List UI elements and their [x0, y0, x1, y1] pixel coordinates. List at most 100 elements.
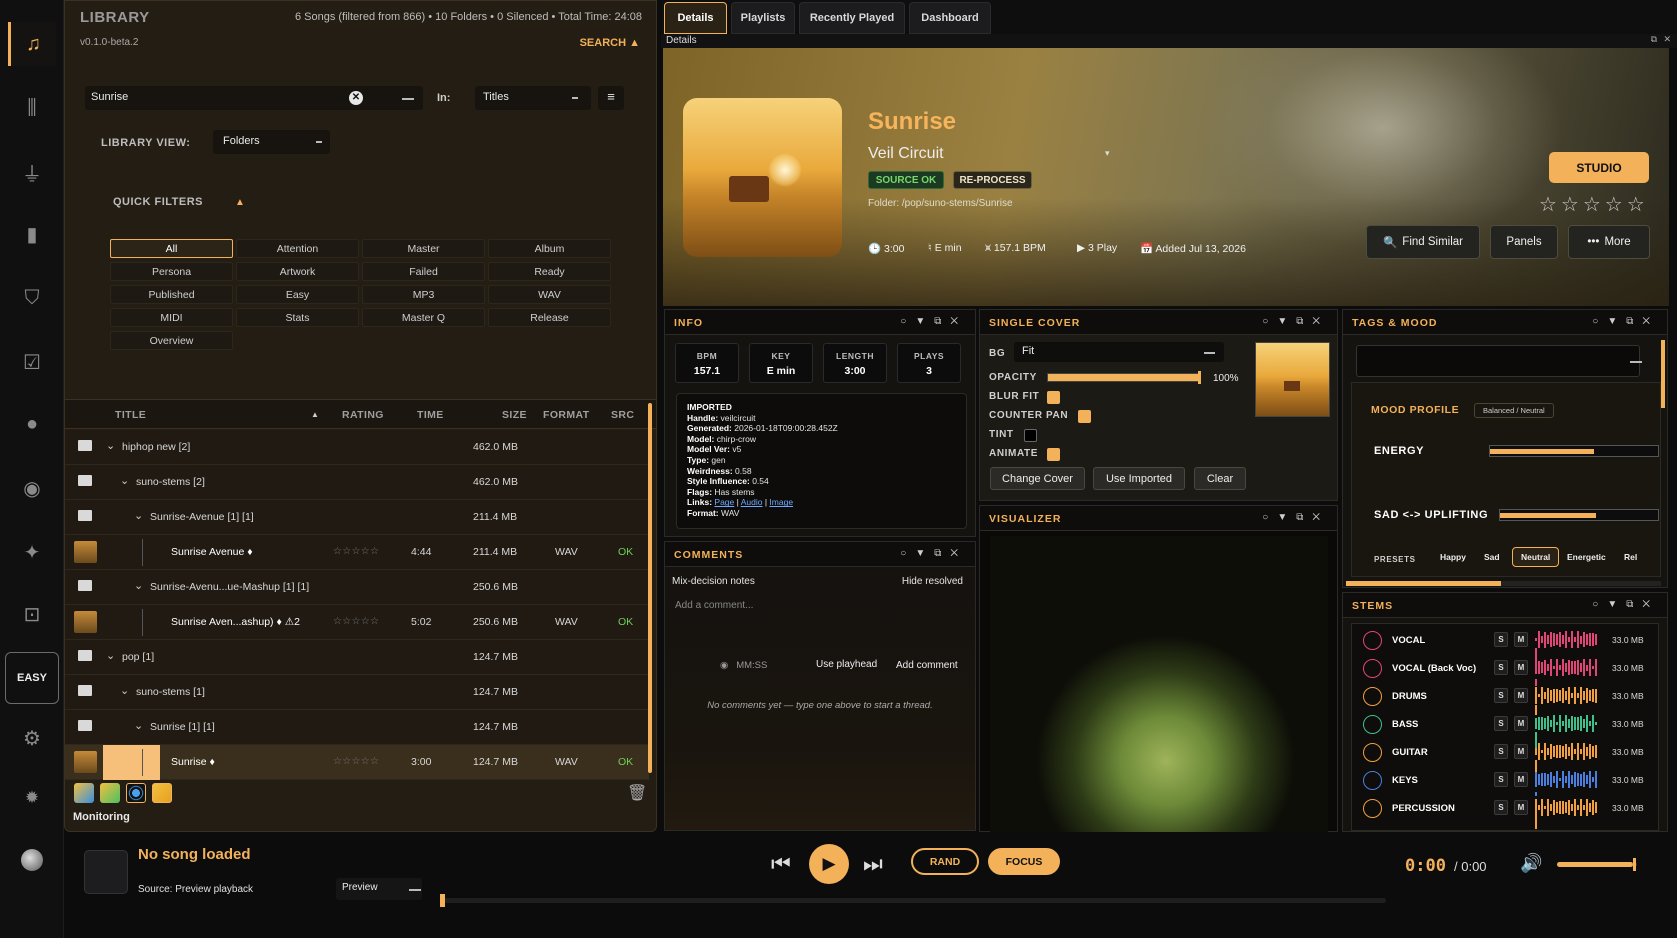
filter-stats[interactable]: Stats [236, 308, 359, 327]
folder-row[interactable]: ⌄ Sunrise-Avenu...ue-Mashup [1] [1] 250.6 … [65, 570, 649, 605]
filter-easy[interactable]: Easy [236, 285, 359, 304]
random-button[interactable]: RAND [911, 848, 979, 875]
chevron-down-icon[interactable]: ⌄ [134, 719, 143, 732]
bulb-icon[interactable]: ✹ [8, 776, 56, 820]
add-folder-icon[interactable] [100, 783, 120, 803]
change-cover-button[interactable]: Change Cover [990, 467, 1085, 490]
folder-search-icon[interactable] [74, 783, 94, 803]
stem-waveform[interactable] [1535, 659, 1600, 686]
bg-mode-select[interactable]: Fit [1014, 342, 1224, 362]
tab-recently-played[interactable]: Recently Played [799, 2, 905, 34]
song-row[interactable]: Sunrise Aven...ashup) ♦ ⚠2 ☆☆☆☆☆ 5:02 250.6… [65, 605, 649, 640]
find-similar-button[interactable]: 🔍 Find Similar [1366, 225, 1480, 259]
comment-input[interactable]: Add a comment... [669, 592, 971, 618]
tint-swatch[interactable] [1024, 429, 1037, 442]
filter-master-q[interactable]: Master Q [362, 308, 485, 327]
user-icon[interactable]: ● [8, 402, 56, 446]
table-scrollbar[interactable] [648, 403, 652, 773]
stem-waveform[interactable] [1535, 771, 1600, 797]
folder-row[interactable]: ⌄ suno-stems [1] 124.7 MB [65, 675, 649, 710]
easy-mode-button[interactable]: EASY [5, 652, 59, 704]
col-src[interactable]: SRC [611, 409, 634, 421]
close-icon[interactable]: ✕ [1663, 34, 1671, 45]
filter-all[interactable]: All [110, 239, 233, 258]
chevron-down-icon[interactable]: ⌄ [134, 509, 143, 522]
music-library-icon[interactable]: ♫ [8, 22, 56, 66]
hide-resolved-toggle[interactable]: Hide resolved [902, 576, 963, 587]
mute-button[interactable]: M [1514, 772, 1528, 787]
mute-button[interactable]: M [1514, 660, 1528, 675]
col-rating[interactable]: RATING [342, 409, 384, 421]
visualizer-canvas[interactable] [990, 536, 1328, 832]
solo-button[interactable]: S [1494, 688, 1508, 703]
focus-button[interactable]: FOCUS [988, 848, 1060, 875]
stem-waveform[interactable] [1535, 631, 1600, 664]
use-imported-button[interactable]: Use Imported [1093, 467, 1185, 490]
solo-button[interactable]: S [1494, 772, 1508, 787]
panel-controls[interactable]: ○▼⧉✕ [1262, 512, 1329, 523]
filter-persona[interactable]: Persona [110, 262, 233, 281]
square-dot-icon[interactable]: ⊡ [8, 592, 56, 636]
energy-slider[interactable] [1489, 445, 1659, 457]
panel-controls[interactable]: ○▼⧉✕ [1262, 316, 1329, 327]
stem-waveform[interactable] [1535, 799, 1600, 829]
panels-button[interactable]: Panels [1490, 225, 1558, 259]
link-image[interactable]: Image [769, 497, 793, 507]
col-size[interactable]: SIZE [502, 409, 527, 421]
more-button[interactable]: ••• More [1568, 225, 1650, 259]
link-audio[interactable]: Audio [741, 497, 763, 507]
col-time[interactable]: TIME [417, 409, 444, 421]
bar-chart-icon[interactable]: ▮ [8, 212, 56, 256]
solo-button[interactable]: S [1494, 800, 1508, 815]
seek-handle[interactable] [440, 894, 445, 907]
clear-cover-button[interactable]: Clear [1194, 467, 1246, 490]
tags-hscroll[interactable] [1346, 581, 1661, 586]
add-comment-button[interactable]: Add comment [896, 660, 958, 671]
tags-vscroll[interactable] [1661, 340, 1665, 408]
mute-button[interactable]: M [1514, 632, 1528, 647]
panel-controls[interactable]: ○▼⧉✕ [900, 548, 967, 559]
volume-handle[interactable] [1633, 858, 1636, 871]
folder-row[interactable]: ⌄ suno-stems [2] 462.0 MB [65, 465, 649, 500]
clear-search-icon[interactable]: ✕ [349, 91, 363, 105]
shield-check-icon[interactable]: ⛉ [8, 276, 56, 320]
filter-failed[interactable]: Failed [362, 262, 485, 281]
sort-asc-icon[interactable]: ▲ [311, 410, 319, 419]
blur-fit-checkbox[interactable] [1047, 391, 1060, 404]
solo-button[interactable]: S [1494, 660, 1508, 675]
filter-wav[interactable]: WAV [488, 285, 611, 304]
monitor-icon[interactable] [126, 783, 146, 803]
seek-bar[interactable] [442, 898, 1386, 903]
song-row[interactable]: Sunrise Avenue ♦ ☆☆☆☆☆ 4:44 211.4 MB WAV OK [65, 535, 649, 570]
link-page[interactable]: Page [714, 497, 734, 507]
quick-filters-toggle[interactable]: ▲ [235, 197, 245, 208]
open-folder-icon[interactable] [152, 783, 172, 803]
menu-icon[interactable]: ≡ [598, 86, 624, 110]
solo-button[interactable]: S [1494, 632, 1508, 647]
mute-button[interactable]: M [1514, 688, 1528, 703]
artist-chevron-icon[interactable]: ▾ [1105, 148, 1110, 159]
chevron-down-icon[interactable]: ⌄ [106, 439, 115, 452]
row-rating[interactable]: ☆☆☆☆☆ [333, 756, 379, 767]
sad-uplifting-slider[interactable] [1499, 509, 1659, 521]
preset-energetic[interactable]: Energetic [1559, 547, 1614, 567]
mute-button[interactable]: M [1514, 716, 1528, 731]
counter-pan-checkbox[interactable] [1078, 410, 1091, 423]
folder-row[interactable]: ⌄ Sunrise [1] [1] 124.7 MB [65, 710, 649, 745]
previous-icon[interactable]: ⏮ [771, 851, 791, 877]
search-options-icon[interactable] [402, 98, 414, 100]
play-button[interactable]: ▶ [809, 844, 849, 884]
preset-sad[interactable]: Sad [1476, 547, 1508, 567]
avatar[interactable] [8, 838, 56, 882]
folder-row[interactable]: ⌄ Sunrise-Avenue [1] [1] 211.4 MB [65, 500, 649, 535]
filter-overview[interactable]: Overview [110, 331, 233, 350]
rating-stars[interactable]: ☆☆☆☆☆ [1539, 192, 1649, 217]
filter-release[interactable]: Release [488, 308, 611, 327]
mute-button[interactable]: M [1514, 800, 1528, 815]
next-icon[interactable]: ⏭ [863, 851, 883, 877]
tab-details[interactable]: Details [664, 2, 727, 34]
trash-icon[interactable]: 🗑 [627, 783, 647, 803]
chevron-down-icon[interactable]: ⌄ [134, 579, 143, 592]
filter-mp3[interactable]: MP3 [362, 285, 485, 304]
solo-button[interactable]: S [1494, 716, 1508, 731]
